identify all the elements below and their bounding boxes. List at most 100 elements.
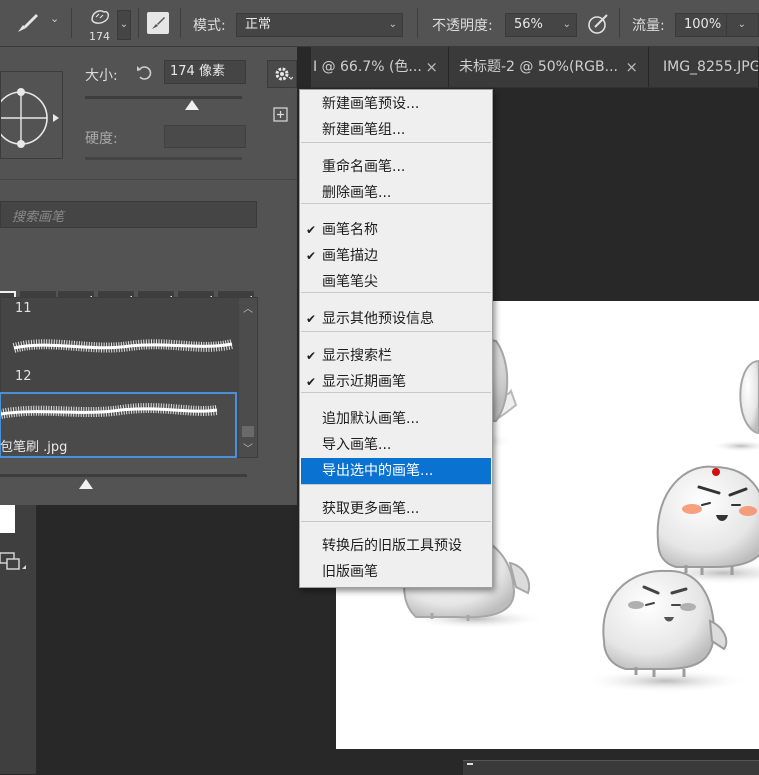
gear-icon	[273, 64, 294, 88]
brush-stroke-preview	[10, 332, 234, 368]
status-strip	[463, 760, 759, 775]
screen-mode-icon[interactable]	[0, 551, 30, 579]
menu-item[interactable]: 旧版画笔	[301, 559, 491, 585]
menu-item-label: 画笔笔尖	[322, 274, 378, 290]
menu-item-label: 画笔描边	[322, 248, 378, 264]
opacity-value: 56%	[514, 17, 543, 32]
menu-item[interactable]: 新建画笔组...	[301, 117, 491, 143]
brush-preset-icon[interactable]	[88, 6, 112, 32]
brush-name: 11	[15, 301, 32, 316]
tab-document-3[interactable]: IMG_8255.JPG	[649, 47, 759, 87]
brush-picker-chevron-icon[interactable]: ⌄	[117, 10, 131, 40]
list-item[interactable]: 11	[4, 298, 238, 322]
document-tab-strip: I @ 66.7% (色... × 未标题-2 @ 50%(RGB... × I…	[311, 47, 759, 88]
brush-panel-flyout-menu: 新建画笔预设... 新建画笔组... 重命名画笔... 删除画笔... ✔ 画笔名称 ✔ 画笔…	[299, 89, 493, 588]
menu-item-label: 新建画笔组...	[322, 122, 406, 138]
checkmark-icon: ✔	[306, 223, 317, 237]
menu-separator	[301, 521, 491, 522]
list-item[interactable]: 12	[4, 324, 238, 388]
menu-item-label: 获取更多画笔...	[322, 501, 420, 517]
brush-tool-icon[interactable]	[14, 12, 40, 40]
menu-item[interactable]: 新建画笔预设...	[301, 91, 491, 117]
brush-preset-panel: 大小: 174 像素 硬度: 搜索画笔 4 1326	[0, 47, 297, 505]
size-slider[interactable]	[85, 96, 242, 99]
list-item-selected[interactable]: 包笔刷 .jpg	[0, 392, 237, 458]
menu-item[interactable]: 导入画笔...	[301, 432, 491, 458]
opacity-label: 不透明度:	[432, 18, 493, 34]
chevron-down-icon[interactable]: ﹀	[243, 440, 253, 455]
menu-item[interactable]: 重命名画笔...	[301, 154, 491, 180]
menu-item-label: 显示近期画笔	[322, 374, 406, 390]
hardness-input[interactable]	[164, 125, 246, 148]
brush-size-readout: 174	[89, 30, 110, 43]
menu-item-label: 显示其他预设信息	[322, 311, 434, 327]
preview-size-knob[interactable]	[79, 479, 93, 489]
flow-dropdown[interactable]: ⌄	[726, 13, 759, 37]
mode-label: 模式:	[193, 18, 226, 34]
menu-separator	[301, 484, 491, 485]
tab-document-2[interactable]: 未标题-2 @ 50%(RGB... ×	[449, 47, 649, 87]
flow-label: 流量:	[632, 18, 665, 34]
chevron-down-icon: ⌄	[388, 19, 397, 30]
chevron-up-icon[interactable]: ︿	[243, 300, 253, 315]
tab-document-1[interactable]: I @ 66.7% (色... ×	[311, 47, 449, 87]
chevron-down-icon: ⌄	[562, 19, 571, 30]
close-icon[interactable]: ×	[425, 47, 438, 87]
brush-search-field[interactable]: 搜索画笔	[0, 201, 257, 228]
menu-item[interactable]: 追加默认画笔...	[301, 406, 491, 432]
menu-separator	[301, 142, 491, 143]
menu-item[interactable]: ✔ 显示其他预设信息	[301, 306, 491, 332]
left-tool-gutter	[0, 505, 37, 774]
menu-separator	[301, 331, 491, 332]
size-value: 174 像素	[170, 64, 225, 79]
tab-label: 未标题-2 @ 50%(RGB...	[459, 59, 618, 75]
menu-item[interactable]: 获取更多画笔...	[301, 496, 491, 522]
menu-item[interactable]: ✔ 画笔名称	[301, 217, 491, 243]
menu-item[interactable]: ✔ 显示搜索栏	[301, 343, 491, 369]
menu-separator	[301, 392, 491, 393]
chevron-down-icon: ⌄	[737, 19, 746, 30]
opacity-field[interactable]: 56% ⌄	[505, 13, 577, 37]
minimize-icon[interactable]	[467, 763, 473, 765]
reset-size-icon[interactable]	[135, 63, 153, 85]
menu-item[interactable]: 导出选中的画笔...	[301, 458, 491, 484]
mode-dropdown[interactable]: 正常 ⌄	[236, 13, 403, 37]
menu-item[interactable]: 转换后的旧版工具预设	[301, 533, 491, 559]
size-label: 大小:	[85, 68, 118, 84]
preview-size-slider[interactable]	[0, 474, 247, 477]
search-placeholder: 搜索画笔	[12, 210, 65, 225]
scrollbar-thumb[interactable]	[242, 426, 254, 437]
menu-item-label: 显示搜索栏	[322, 348, 392, 364]
menu-item-label: 转换后的旧版工具预设	[322, 538, 462, 554]
brush-stroke-preview	[0, 398, 221, 430]
brush-settings-toggle-icon[interactable]	[147, 12, 169, 34]
menu-separator	[301, 203, 491, 204]
brush-name: 包笔刷 .jpg	[0, 440, 68, 455]
tool-preset-chevron-icon[interactable]: ⌄	[50, 12, 59, 25]
brush-name: 12	[15, 369, 32, 384]
close-icon[interactable]: ×	[625, 47, 638, 87]
checkmark-icon: ✔	[306, 249, 317, 263]
size-slider-knob[interactable]	[184, 100, 199, 110]
hardness-label: 硬度:	[85, 131, 118, 147]
menu-item-label: 画笔名称	[322, 222, 378, 238]
options-bar: ⌄ 174 ⌄ 模式: 正常 ⌄ 不透明度: 56% ⌄ 流量: 100% ⌄	[0, 0, 759, 47]
menu-item-label: 重命名画笔...	[322, 159, 406, 175]
pressure-opacity-icon[interactable]	[587, 13, 611, 39]
checkmark-icon: ✔	[306, 349, 317, 363]
menu-separator	[301, 292, 491, 293]
hardness-slider[interactable]	[85, 157, 242, 160]
brush-list-scrollbar[interactable]: ︿ ﹀	[239, 298, 257, 457]
menu-item-label: 导出选中的画笔...	[322, 463, 434, 479]
background-color-swatch[interactable]	[0, 505, 15, 533]
brush-list[interactable]: 11 12 包笔刷 .jpg ︿ ﹀	[0, 297, 258, 458]
tab-label: I @ 66.7% (色...	[313, 59, 422, 75]
menu-item-label: 导入画笔...	[322, 437, 392, 453]
brush-angle-widget[interactable]	[0, 71, 63, 159]
menu-item[interactable]: ✔ 画笔描边	[301, 243, 491, 269]
panel-settings-button[interactable]	[267, 60, 297, 88]
size-input[interactable]: 174 像素	[164, 60, 246, 84]
menu-item-label: 追加默认画笔...	[322, 411, 420, 427]
tab-label: IMG_8255.JPG	[663, 59, 759, 75]
new-brush-icon[interactable]	[273, 107, 289, 127]
